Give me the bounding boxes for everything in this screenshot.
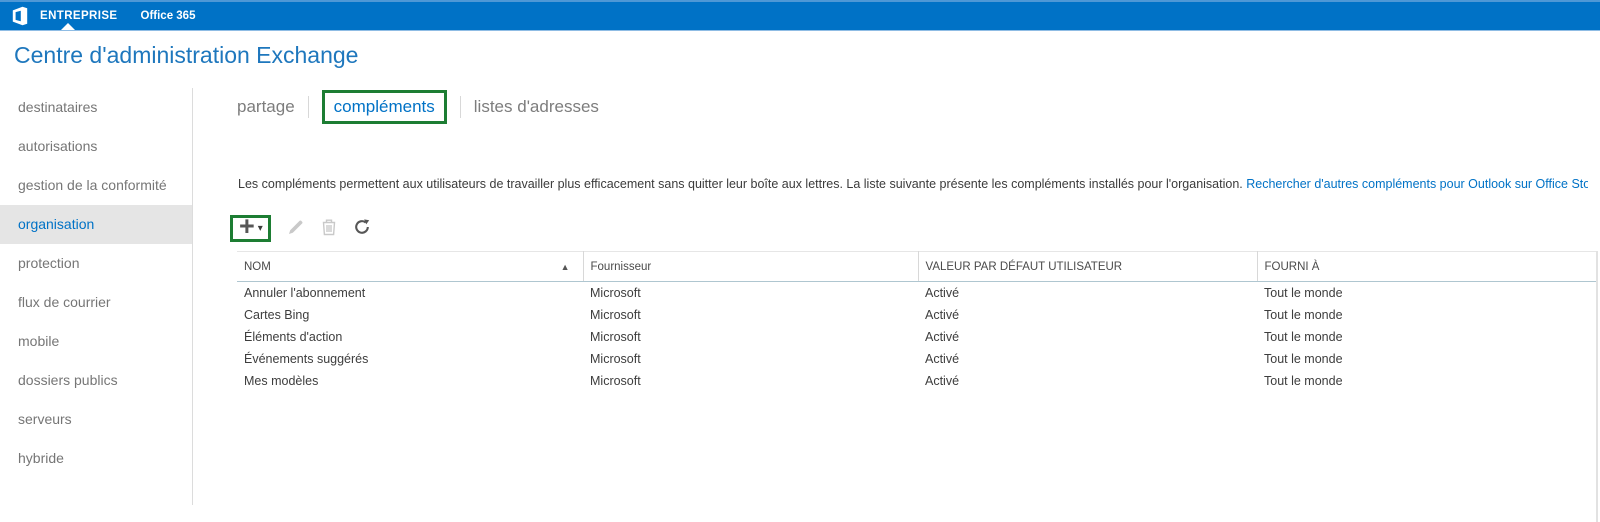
tab-label: listes d'adresses [474,97,599,117]
cell-nom: Cartes Bing [237,304,583,326]
sidebar-item[interactable]: protection [0,244,192,283]
cell-fournisseur: Microsoft [583,370,918,392]
sidebar-item-label: flux de courrier [18,294,111,310]
cell-fourni-a: Tout le monde [1257,326,1596,348]
sidebar-item-label: autorisations [18,138,97,154]
cell-nom: Mes modèles [237,370,583,392]
column-header-fournisseur[interactable]: Fournisseur [583,252,918,282]
refresh-button[interactable] [353,218,371,239]
delete-button[interactable] [321,218,337,239]
tab-label: compléments [322,90,447,124]
sidebar-item-label: mobile [18,333,59,349]
sidebar-item-label: hybride [18,450,64,466]
sidebar-item[interactable]: organisation [0,205,192,244]
toolbar: + ▾ [230,213,371,243]
tab[interactable]: listes d'adresses [447,96,599,118]
table-row[interactable]: Annuler l'abonnement Microsoft Activé To… [237,282,1596,304]
column-header-nom[interactable]: NOM ▲ [237,252,583,282]
add-icon: + [239,216,255,236]
active-tab-caret-icon [61,23,75,30]
main-pane: partage compléments listes d'adresses Le… [237,88,1600,522]
cell-valeur-par-defaut: Activé [918,304,1257,326]
tab[interactable]: partage [237,97,295,117]
sidebar-item[interactable]: serveurs [0,400,192,439]
description: Les compléments permettent aux utilisate… [238,177,1588,191]
cell-fourni-a: Tout le monde [1257,348,1596,370]
sidebar: destinataires autorisations gestion de l… [0,88,193,505]
cell-valeur-par-defaut: Activé [918,282,1257,304]
sidebar-item-label: dossiers publics [18,372,118,388]
page-title: Centre d'administration Exchange [14,42,358,69]
tab[interactable]: compléments [295,90,447,124]
table-header-row: NOM ▲ Fournisseur VALEUR PAR DÉFAUT UTIL… [237,252,1596,282]
cell-valeur-par-defaut: Activé [918,348,1257,370]
sidebar-item[interactable]: flux de courrier [0,283,192,322]
pencil-icon [287,218,305,239]
cell-valeur-par-defaut: Activé [918,326,1257,348]
table-row[interactable]: Mes modèles Microsoft Activé Tout le mon… [237,370,1596,392]
sidebar-item-label: organisation [18,216,94,232]
cell-fournisseur: Microsoft [583,304,918,326]
cell-fourni-a: Tout le monde [1257,370,1596,392]
sidebar-item[interactable]: autorisations [0,127,192,166]
cell-nom: Annuler l'abonnement [237,282,583,304]
topbar-brand-entreprise[interactable]: ENTREPRISE [40,10,118,22]
table-row[interactable]: Cartes Bing Microsoft Activé Tout le mon… [237,304,1596,326]
office-store-link[interactable]: Rechercher d'autres compléments pour Out… [1246,177,1588,191]
description-text: Les compléments permettent aux utilisate… [238,177,1246,191]
tab-bar: partage compléments listes d'adresses [237,88,1600,126]
sidebar-item-label: destinataires [18,99,97,115]
cell-fourni-a: Tout le monde [1257,304,1596,326]
sidebar-item[interactable]: mobile [0,322,192,361]
addins-table-container: NOM ▲ Fournisseur VALEUR PAR DÉFAUT UTIL… [237,251,1598,522]
cell-fournisseur: Microsoft [583,326,918,348]
table-row[interactable]: Événements suggérés Microsoft Activé Tou… [237,348,1596,370]
add-button[interactable]: + ▾ [230,215,271,242]
column-header-nom-label: NOM [244,261,271,273]
addins-table: NOM ▲ Fournisseur VALEUR PAR DÉFAUT UTIL… [237,251,1596,392]
cell-valeur-par-defaut: Activé [918,370,1257,392]
trash-icon [321,218,337,239]
sidebar-item-label: protection [18,255,79,271]
table-body: Annuler l'abonnement Microsoft Activé To… [237,282,1596,392]
column-header-fourni-a[interactable]: FOURNI À [1257,252,1596,282]
cell-nom: Événements suggérés [237,348,583,370]
cell-fournisseur: Microsoft [583,348,918,370]
add-dropdown-caret-icon: ▾ [258,223,263,234]
cell-nom: Éléments d'action [237,326,583,348]
sidebar-item[interactable]: hybride [0,439,192,478]
refresh-icon [353,218,371,239]
cell-fourni-a: Tout le monde [1257,282,1596,304]
sidebar-item-label: gestion de la conformité [18,177,167,193]
sidebar-item[interactable]: destinataires [0,88,192,127]
sidebar-item[interactable]: dossiers publics [0,361,192,400]
sidebar-item[interactable]: gestion de la conformité [0,166,192,205]
edit-button[interactable] [287,218,305,239]
office-logo-icon[interactable] [10,6,30,26]
table-row[interactable]: Éléments d'action Microsoft Activé Tout … [237,326,1596,348]
topbar-office365-link[interactable]: Office 365 [141,10,196,22]
column-header-valeur-par-defaut[interactable]: VALEUR PAR DÉFAUT UTILISATEUR [918,252,1257,282]
sort-ascending-icon: ▲ [561,262,570,272]
tab-label: partage [237,97,295,117]
topbar: ENTREPRISE Office 365 [0,0,1600,31]
cell-fournisseur: Microsoft [583,282,918,304]
sidebar-item-label: serveurs [18,411,72,427]
